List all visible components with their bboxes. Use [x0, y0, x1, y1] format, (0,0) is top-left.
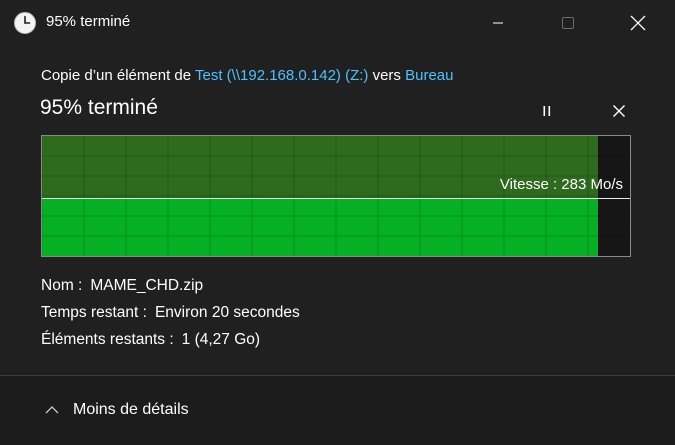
window-title: 95% terminé [46, 13, 131, 30]
progress-fill-lower [42, 199, 598, 256]
file-name-row: Nom : MAME_CHD.zip [41, 277, 203, 295]
items-remaining-value: 1 (4,27 Go) [181, 331, 261, 348]
items-remaining-label: Éléments restants : [41, 331, 174, 348]
footer-bar: Moins de détails [0, 376, 675, 445]
pause-button[interactable] [533, 97, 561, 125]
items-remaining-row: Éléments restants : 1 (4,27 Go) [41, 331, 260, 349]
source-link[interactable]: Test (\\192.168.0.142) (Z:) [195, 67, 368, 84]
progress-heading: 95% terminé [40, 96, 158, 119]
file-name-label: Nom : [41, 277, 83, 294]
speed-label: Vitesse : 283 Mo/s [499, 176, 623, 193]
title-bar: 95% terminé [0, 0, 675, 46]
time-remaining-value: Environ 20 secondes [154, 304, 300, 321]
minimize-icon [493, 22, 503, 24]
less-details-label: Moins de détails [73, 401, 189, 418]
copy-prefix: Copie d’un élément de [41, 67, 195, 84]
close-icon [630, 15, 646, 31]
file-name-value: MAME_CHD.zip [90, 277, 204, 294]
time-remaining-label: Temps restant : [41, 304, 147, 321]
minimize-button[interactable] [475, 0, 521, 46]
destination-link[interactable]: Bureau [405, 67, 453, 84]
maximize-button[interactable] [545, 0, 591, 46]
clock-icon [13, 11, 37, 35]
close-icon [613, 105, 625, 117]
copy-description: Copie d’un élément de Test (\\192.168.0.… [41, 67, 453, 84]
less-details-button[interactable]: Moins de détails [44, 395, 189, 425]
cancel-button[interactable] [605, 97, 633, 125]
time-remaining-row: Temps restant : Environ 20 secondes [41, 304, 300, 322]
chevron-up-icon [45, 406, 59, 414]
maximize-icon [562, 17, 574, 29]
pause-icon [543, 106, 551, 116]
speed-chart [42, 136, 630, 256]
transfer-graph: Vitesse : 283 Mo/s [41, 135, 631, 257]
copy-middle: vers [368, 67, 406, 84]
close-window-button[interactable] [615, 0, 661, 46]
